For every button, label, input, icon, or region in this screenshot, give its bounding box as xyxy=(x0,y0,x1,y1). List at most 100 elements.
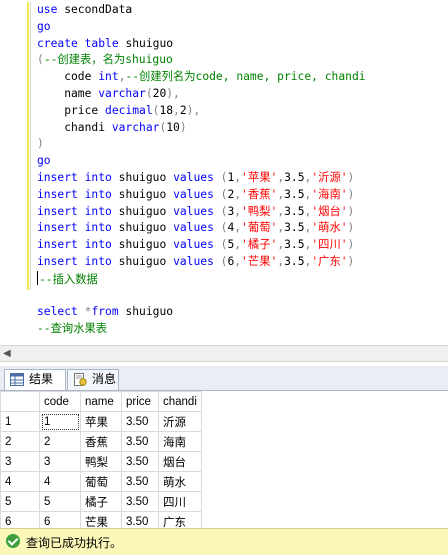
code-line[interactable]: insert into shuiguo values (3,'鸭梨',3.5,'… xyxy=(37,204,366,221)
code-line[interactable]: create table shuiguo xyxy=(37,36,366,53)
code-token: '葡萄' xyxy=(241,221,278,235)
code-token: 2 xyxy=(179,103,187,117)
code-token: table xyxy=(84,36,119,50)
code-line[interactable]: ) xyxy=(37,136,366,153)
code-token: '广东' xyxy=(311,254,348,268)
code-token: 3.5 xyxy=(284,238,305,252)
code-line[interactable]: insert into shuiguo values (1,'苹果',3.5,'… xyxy=(37,170,366,187)
code-token: '四川' xyxy=(311,238,348,252)
code-token: ( xyxy=(213,254,228,268)
tab-messages[interactable]: 消息 xyxy=(67,369,119,390)
cell-chandi[interactable]: 烟台 xyxy=(158,451,202,472)
cell-price[interactable]: 3.50 xyxy=(121,491,159,512)
cell-chandi[interactable]: 萌水 xyxy=(158,471,202,492)
code-line[interactable]: code int,--创建列名为code, name, price, chand… xyxy=(37,69,365,86)
code-token: name xyxy=(37,86,99,100)
column-header-name[interactable]: name xyxy=(80,391,122,412)
code-token: values xyxy=(173,204,214,218)
code-token: values xyxy=(173,238,214,252)
code-line[interactable]: chandi varchar(10) xyxy=(37,120,366,137)
code-line[interactable]: go xyxy=(37,19,366,36)
grid-header-row: code name price chandi xyxy=(0,391,202,412)
cell-code[interactable]: 4 xyxy=(39,471,81,492)
code-token: into xyxy=(84,221,112,235)
tab-messages-label: 消息 xyxy=(92,372,117,386)
row-number[interactable]: 2 xyxy=(0,431,40,452)
column-header-chandi[interactable]: chandi xyxy=(158,391,202,412)
row-number[interactable]: 1 xyxy=(0,411,40,432)
table-row[interactable]: 5 5 橘子 3.50 四川 xyxy=(0,491,202,512)
code-token: 10 xyxy=(166,120,180,134)
code-token: insert xyxy=(37,170,78,184)
code-token: insert xyxy=(37,238,78,252)
code-token: '橘子' xyxy=(241,238,278,252)
code-token: , xyxy=(173,103,180,117)
cell-name[interactable]: 苹果 xyxy=(80,411,122,432)
cell-name[interactable]: 橘子 xyxy=(80,491,122,512)
code-token: '萌水' xyxy=(311,221,348,235)
cell-price[interactable]: 3.50 xyxy=(121,411,159,432)
code-line[interactable]: --插入数据 xyxy=(37,270,366,288)
code-token: '海南' xyxy=(311,187,348,201)
code-token: ( xyxy=(37,53,44,67)
code-line[interactable]: go xyxy=(37,153,366,170)
code-line[interactable]: name varchar(20), xyxy=(37,86,366,103)
code-line[interactable]: use secondData xyxy=(37,2,366,19)
code-token: '芒果' xyxy=(241,254,278,268)
table-row[interactable]: 3 3 鸭梨 3.50 烟台 xyxy=(0,451,202,472)
code-token: ( xyxy=(213,221,228,235)
code-token: code xyxy=(37,70,99,84)
code-line[interactable] xyxy=(37,288,366,305)
code-token: decimal xyxy=(105,103,153,117)
cell-name[interactable]: 葡萄 xyxy=(80,471,122,492)
tab-results[interactable]: 结果 xyxy=(4,369,66,390)
cell-name[interactable]: 鸭梨 xyxy=(80,451,122,472)
code-line[interactable]: --查询水果表 xyxy=(37,321,366,338)
cell-code[interactable]: 3 xyxy=(39,451,81,472)
cell-code[interactable]: 2 xyxy=(39,431,81,452)
code-token: --创建表，名为shuiguo xyxy=(43,53,173,67)
status-text: 查询已成功执行。 xyxy=(26,536,123,550)
row-number-header[interactable] xyxy=(0,391,40,412)
code-line[interactable]: insert into shuiguo values (2,'香蕉',3.5,'… xyxy=(37,187,366,204)
table-row[interactable]: 1 1 苹果 3.50 沂源 xyxy=(0,411,202,432)
cell-chandi[interactable]: 四川 xyxy=(158,491,202,512)
table-row[interactable]: 4 4 葡萄 3.50 萌水 xyxy=(0,471,202,492)
code-line[interactable]: price decimal(18,2), xyxy=(37,103,366,120)
column-header-code[interactable]: code xyxy=(39,391,81,412)
code-line[interactable]: insert into shuiguo values (5,'橘子',3.5,'… xyxy=(37,237,366,254)
sql-editor[interactable]: use secondData go create table shuiguo (--创… xyxy=(0,0,448,345)
code-token: values xyxy=(173,187,214,201)
column-header-price[interactable]: price xyxy=(121,391,159,412)
scroll-left-icon[interactable]: ◀ xyxy=(3,348,11,359)
cell-code[interactable]: 1 xyxy=(39,411,81,432)
code-token: ), xyxy=(166,86,180,100)
code-line[interactable]: insert into shuiguo values (6,'芒果',3.5,'… xyxy=(37,254,366,271)
cell-chandi[interactable]: 海南 xyxy=(158,431,202,452)
message-icon xyxy=(74,373,87,386)
cell-chandi[interactable]: 沂源 xyxy=(158,411,202,432)
row-number[interactable]: 4 xyxy=(0,471,40,492)
horizontal-scrollbar[interactable]: ◀ xyxy=(0,345,448,362)
code-token: 3.5 xyxy=(284,254,305,268)
table-row[interactable]: 2 2 香蕉 3.50 海南 xyxy=(0,431,202,452)
code-token: ) xyxy=(37,137,44,151)
code-line[interactable]: select *from shuiguo xyxy=(37,304,366,321)
code-token: int xyxy=(98,70,119,84)
code-token: ) xyxy=(347,254,355,268)
code-token: ) xyxy=(179,120,187,134)
cell-price[interactable]: 3.50 xyxy=(121,471,159,492)
sql-code[interactable]: use secondData go create table shuiguo (--创… xyxy=(37,2,366,338)
cell-price[interactable]: 3.50 xyxy=(121,431,159,452)
code-line[interactable]: (--创建表，名为shuiguo xyxy=(37,52,366,69)
row-number[interactable]: 5 xyxy=(0,491,40,512)
row-number[interactable]: 3 xyxy=(0,451,40,472)
code-line[interactable]: insert into shuiguo values (4,'葡萄',3.5,'… xyxy=(37,220,366,237)
code-token: '烟台' xyxy=(311,204,348,218)
cell-code[interactable]: 5 xyxy=(39,491,81,512)
code-token: ) xyxy=(347,238,355,252)
cell-price[interactable]: 3.50 xyxy=(121,451,159,472)
cell-name[interactable]: 香蕉 xyxy=(80,431,122,452)
code-token: secondData xyxy=(57,3,133,16)
